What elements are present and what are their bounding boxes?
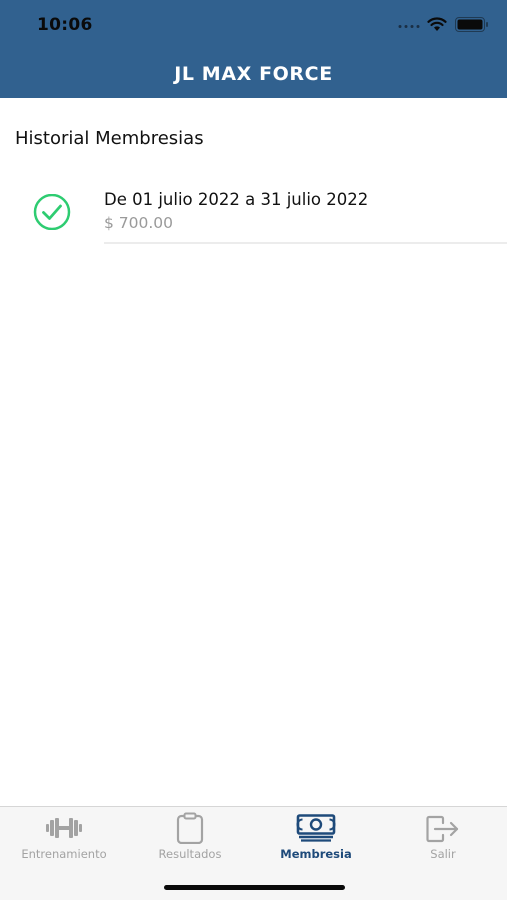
clipboard-icon (176, 812, 204, 844)
app-title: JL MAX FORCE (174, 63, 333, 85)
item-divider (104, 242, 507, 244)
check-circle-icon (33, 194, 71, 230)
home-indicator[interactable] (164, 885, 345, 890)
section-title: Historial Membresias (15, 128, 204, 149)
status-bar: 10:06 (0, 0, 507, 50)
membership-period: De 01 julio 2022 a 31 julio 2022 (104, 190, 369, 209)
money-icon (296, 814, 336, 842)
tab-salir[interactable]: Salir (380, 807, 506, 867)
dumbbell-icon (46, 818, 82, 838)
logout-icon (426, 815, 459, 843)
tab-label: Membresia (280, 847, 352, 861)
membership-list-item[interactable]: De 01 julio 2022 a 31 julio 2022 $ 700.0… (0, 176, 507, 244)
status-time: 10:06 (37, 15, 93, 35)
tab-resultados[interactable]: Resultados (127, 807, 253, 867)
membership-amount: $ 700.00 (104, 214, 174, 232)
tab-membresia[interactable]: Membresia (253, 807, 379, 867)
signal-dots-icon (398, 25, 420, 28)
wifi-icon (427, 17, 447, 31)
battery-icon (455, 17, 488, 32)
app-header: 10:06 JL MAX FORCE (0, 0, 507, 98)
tab-label: Resultados (158, 847, 222, 861)
tab-label: Salir (430, 847, 456, 861)
tab-entrenamiento[interactable]: Entrenamiento (1, 807, 127, 867)
tab-label: Entrenamiento (21, 847, 107, 861)
